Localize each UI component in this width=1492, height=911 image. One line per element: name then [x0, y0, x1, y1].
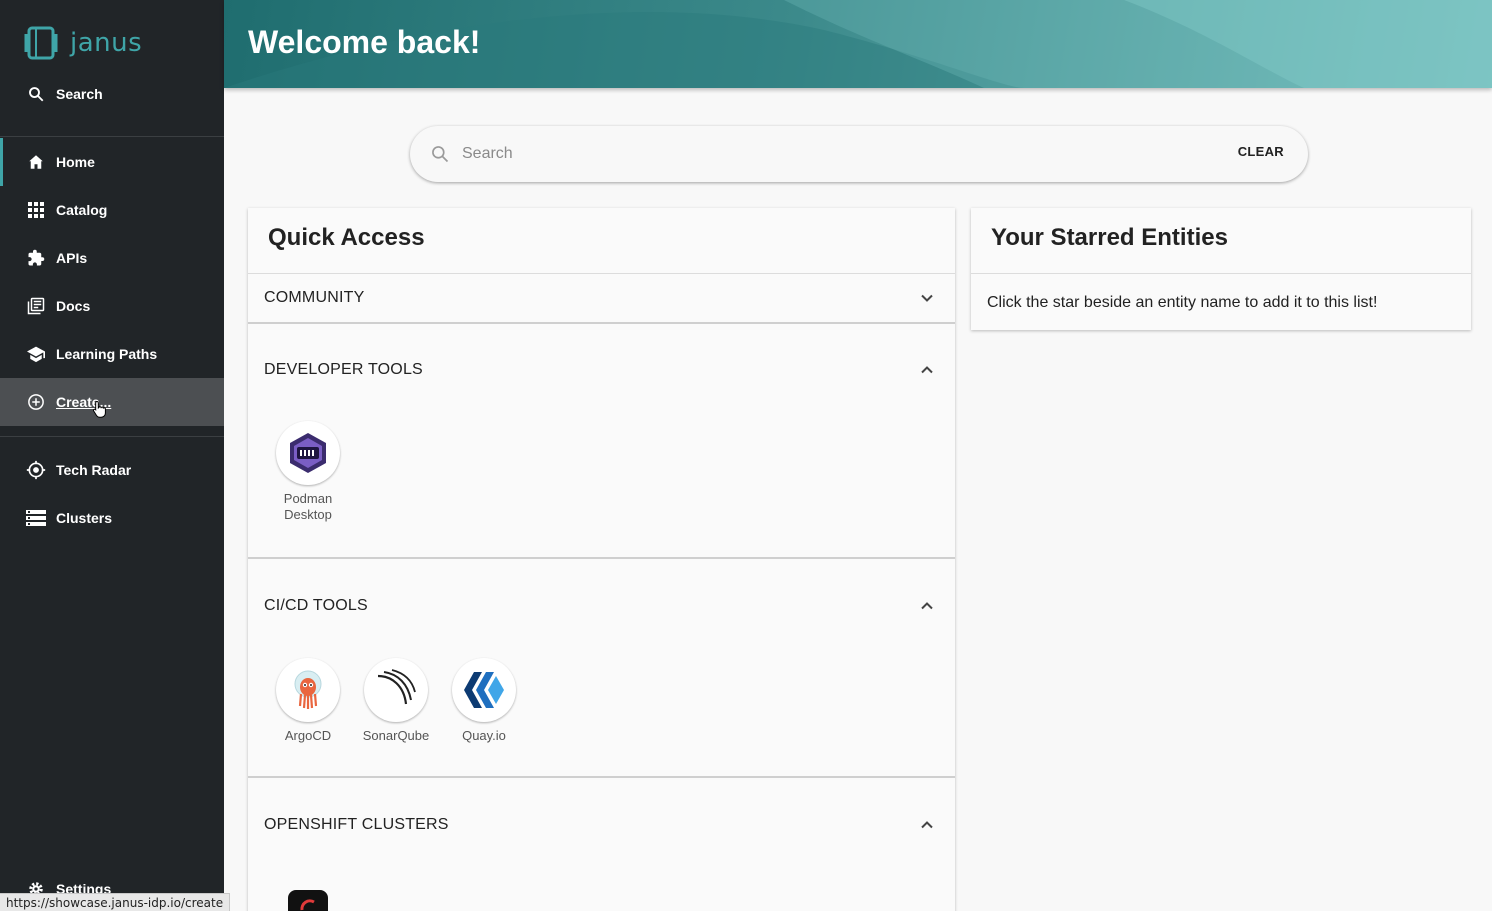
sonarqube-logo-icon [377, 669, 416, 705]
tool-name: SonarQube [362, 728, 430, 743]
link-status-bar: https://showcase.janus-idp.io/create [0, 893, 231, 911]
sidebar-divider [0, 436, 224, 437]
sidebar-item-label: Learning Paths [56, 346, 158, 362]
search-icon [430, 144, 450, 169]
sidebar-item-docs[interactable]: Docs [0, 282, 224, 330]
chevron-up-icon [921, 821, 933, 829]
quick-access-title: Quick Access [268, 224, 425, 251]
tool-sonarqube[interactable]: SonarQube [356, 658, 436, 744]
podman-logo-icon [290, 433, 326, 473]
starred-entities-title: Your Starred Entities [991, 224, 1228, 251]
tool-logo [452, 658, 516, 722]
sidebar-search[interactable]: Search [0, 70, 224, 118]
search-bar: CLEAR [410, 126, 1308, 182]
section-divider [248, 776, 955, 778]
tool-logo [276, 421, 340, 485]
sidebar-item-apis[interactable]: APIs [0, 234, 224, 282]
page-header: Welcome back! [224, 0, 1492, 88]
sidebar-item-clusters[interactable]: Clusters [0, 494, 224, 542]
section-title: COMMUNITY [264, 289, 365, 306]
card-divider [971, 273, 1471, 274]
add-circle-icon [26, 392, 46, 412]
section-header-openshift-clusters[interactable]: OPENSHIFT CLUSTERS [248, 801, 955, 849]
starred-empty-message: Click the star beside an entity name to … [987, 294, 1378, 311]
page-title: Welcome back! [248, 24, 481, 60]
puzzle-icon [26, 248, 46, 268]
sidebar-item-label: Tech Radar [56, 462, 132, 478]
sidebar-item-tech-radar[interactable]: Tech Radar [0, 446, 224, 494]
openshift-logo-icon[interactable] [288, 890, 328, 911]
grid-icon [26, 200, 46, 220]
section-title: DEVELOPER TOOLS [264, 361, 423, 378]
sidebar-item-label: Home [56, 154, 95, 170]
section-divider [248, 557, 955, 559]
sidebar: janus Search Home Catalog APIs Docs Lear… [0, 0, 224, 911]
sidebar-item-create[interactable]: Create... [0, 378, 224, 426]
search-icon [26, 84, 46, 104]
sidebar-item-label: Clusters [56, 510, 113, 526]
sidebar-search-label: Search [56, 86, 103, 102]
quay-logo-icon [464, 672, 504, 708]
starred-entities-card: Your Starred Entities Click the star bes… [971, 208, 1471, 330]
sidebar-item-label: APIs [56, 250, 88, 266]
sidebar-item-learning-paths[interactable]: Learning Paths [0, 330, 224, 378]
storage-icon [26, 508, 46, 528]
sidebar-item-label: Docs [56, 298, 91, 314]
logo-text: janus [70, 28, 143, 58]
section-header-cicd-tools[interactable]: CI/CD TOOLS [248, 582, 955, 630]
tool-podman-desktop[interactable]: Podman Desktop [268, 421, 348, 523]
chevron-up-icon [921, 366, 933, 374]
argocd-logo-icon [294, 670, 322, 709]
tool-logo [364, 658, 428, 722]
tool-argocd[interactable]: ArgoCD [268, 658, 348, 744]
radar-icon [26, 460, 46, 480]
section-title: OPENSHIFT CLUSTERS [264, 816, 449, 833]
section-divider [248, 322, 955, 324]
tool-quay-io[interactable]: Quay.io [444, 658, 524, 744]
sidebar-item-catalog[interactable]: Catalog [0, 186, 224, 234]
home-icon [26, 152, 46, 172]
sidebar-item-label: Catalog [56, 202, 108, 218]
section-header-developer-tools[interactable]: DEVELOPER TOOLS [248, 346, 955, 394]
library-icon [26, 296, 46, 316]
tool-logo [276, 658, 340, 722]
quick-access-card: Quick Access COMMUNITY DEVELOPER TOOLS P… [248, 208, 955, 911]
chevron-up-icon [921, 602, 933, 610]
tool-name: Quay.io [462, 728, 506, 743]
janus-logo-icon [24, 26, 58, 60]
search-input[interactable] [462, 140, 1162, 168]
hand-cursor-icon [92, 400, 106, 418]
sidebar-item-home[interactable]: Home [0, 138, 224, 186]
section-header-community[interactable]: COMMUNITY [248, 274, 955, 322]
janus-logo[interactable]: janus [22, 24, 142, 62]
school-icon [26, 344, 46, 364]
sidebar-divider [0, 136, 224, 137]
chevron-down-icon [921, 294, 933, 302]
clear-button[interactable]: CLEAR [1238, 144, 1284, 159]
tool-name: ArgoCD [284, 728, 332, 743]
section-title: CI/CD TOOLS [264, 597, 368, 614]
tool-name: Podman Desktop [283, 491, 333, 522]
